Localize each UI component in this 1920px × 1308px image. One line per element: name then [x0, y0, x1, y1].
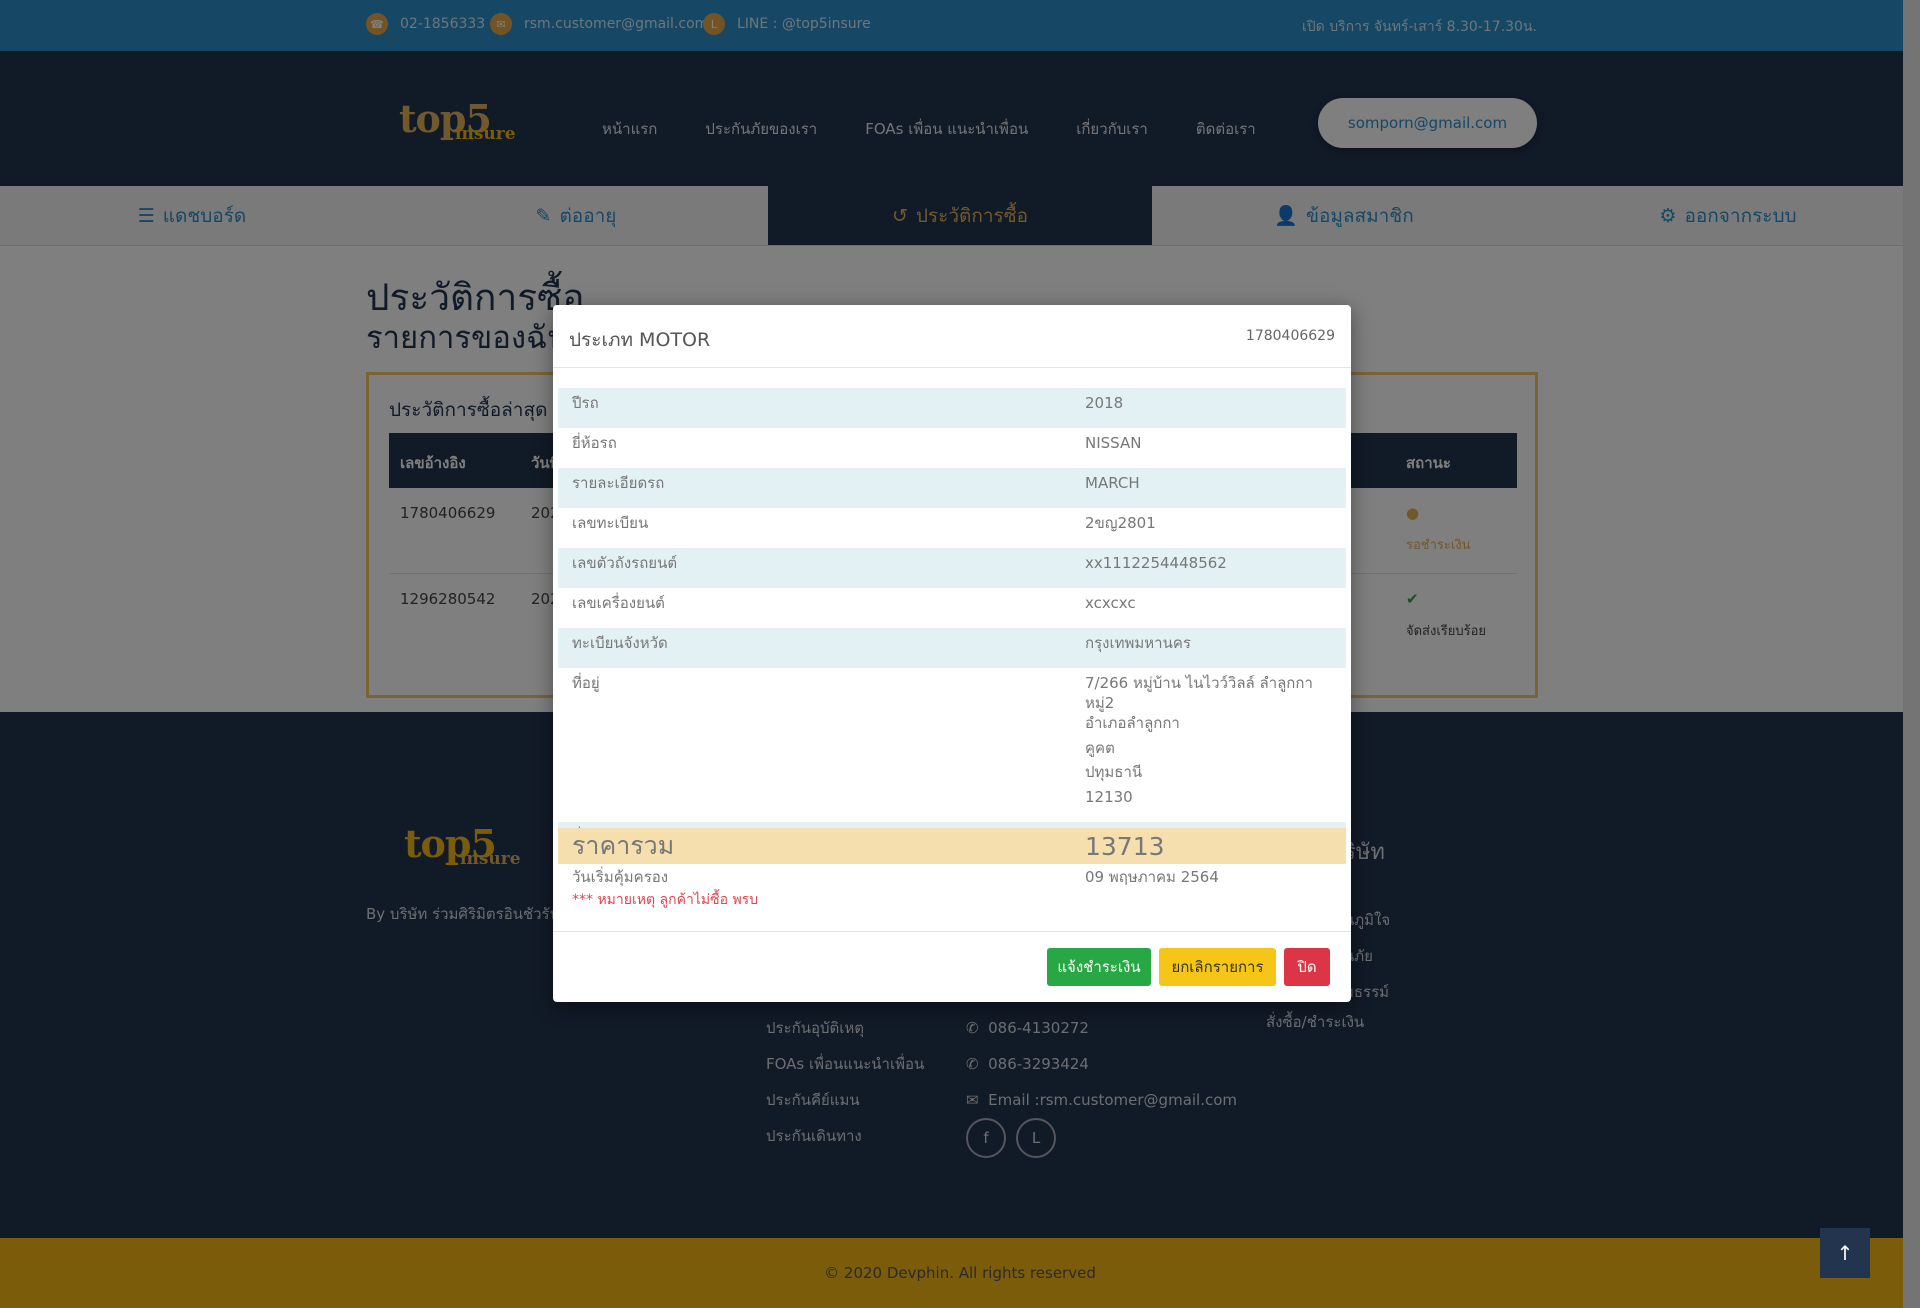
close-button[interactable]: ปิด: [1284, 948, 1330, 986]
detail-label: ที่อยู่: [572, 674, 600, 692]
total-row: ราคารวม 13713: [558, 828, 1346, 864]
detail-value-line: NISSAN: [1085, 434, 1142, 452]
detail-value: กรุงเทพมหานคร: [1085, 628, 1346, 668]
detail-value-line: 12130: [1085, 787, 1133, 806]
modal-title: ประเภท MOTOR: [569, 329, 711, 351]
detail-value: 7/266 หมู่บ้าน ไนไวว์วิลล์ ลำลูกกา หมู่2…: [1085, 668, 1346, 822]
total-label: ราคารวม: [572, 831, 675, 860]
detail-value-line: 09 พฤษภาคม 2564: [1085, 867, 1219, 886]
detail-value: 09 พฤษภาคม 2564: [1085, 862, 1346, 902]
detail-label: รายละเอียดรถ: [572, 474, 665, 492]
detail-value-line: xcxcxc: [1085, 594, 1136, 612]
back-to-top-button[interactable]: ↑: [1820, 1228, 1870, 1278]
detail-row: เลขทะเบียน 2ขญ2801: [558, 508, 1346, 548]
modal-note: *** หมายเหตุ ลูกค้าไม่ซื้อ พรบ: [572, 892, 759, 908]
detail-value: xcxcxc: [1085, 588, 1346, 628]
detail-value-line: กรุงเทพมหานคร: [1085, 634, 1191, 652]
detail-value-line: 2018: [1085, 394, 1124, 412]
detail-label: ปีรถ: [572, 394, 599, 412]
modal-footer: แจ้งชำระเงิน ยกเลิกรายการ ปิด: [553, 931, 1351, 1002]
modal-ref-number: 1780406629: [1245, 328, 1335, 344]
order-detail-modal: ประเภท MOTOR 1780406629 ปีรถ 2018 ยี่ห้อรถ…: [553, 305, 1351, 1002]
detail-value: MARCH: [1085, 468, 1346, 508]
detail-row: เลขเครื่องยนต์ xcxcxc: [558, 588, 1346, 628]
detail-row: ปีรถ 2018: [558, 388, 1346, 428]
detail-value-line: MARCH: [1085, 474, 1140, 492]
detail-value: 2ขญ2801: [1085, 508, 1346, 548]
detail-row: ยี่ห้อรถ NISSAN: [558, 428, 1346, 468]
detail-value: xx1112254448562: [1085, 548, 1346, 588]
detail-label: ทะเบียนจังหวัด: [572, 634, 668, 652]
notify-payment-button[interactable]: แจ้งชำระเงิน: [1047, 948, 1151, 986]
detail-row: เลขตัวถังรถยนต์ xx1112254448562: [558, 548, 1346, 588]
detail-value-line: ปทุมธานี: [1085, 763, 1143, 781]
detail-value-line: 2ขญ2801: [1085, 514, 1156, 532]
detail-value-line: อำเภอลำลูกกา: [1085, 714, 1180, 732]
detail-label: ยี่ห้อรถ: [572, 434, 617, 452]
arrow-up-icon: ↑: [1836, 1241, 1854, 1265]
detail-table: ปีรถ 2018 ยี่ห้อรถ NISSAN รายละเอียดรถ MARCH เ…: [558, 388, 1346, 902]
detail-row: ทะเบียนจังหวัด กรุงเทพมหานคร: [558, 628, 1346, 668]
modal-header: ประเภท MOTOR 1780406629: [553, 305, 1351, 368]
detail-value-line: 7/266 หมู่บ้าน ไนไวว์วิลล์ ลำลูกกา หมู่2: [1085, 674, 1313, 712]
detail-row: รายละเอียดรถ MARCH: [558, 468, 1346, 508]
detail-value: NISSAN: [1085, 428, 1346, 468]
detail-label: เลขตัวถังรถยนต์: [572, 554, 678, 572]
detail-value: 2018: [1085, 388, 1346, 428]
total-value: 13713: [1085, 831, 1165, 861]
detail-label: เลขทะเบียน: [572, 514, 649, 532]
detail-label: เลขเครื่องยนต์: [572, 594, 665, 612]
detail-value-line: xx1112254448562: [1085, 554, 1227, 572]
detail-row: ที่อยู่ 7/266 หมู่บ้าน ไนไวว์วิลล์ ลำลูกก…: [558, 668, 1346, 822]
cancel-order-button[interactable]: ยกเลิกรายการ: [1159, 948, 1276, 986]
detail-value-line: คูคต: [1085, 738, 1115, 757]
